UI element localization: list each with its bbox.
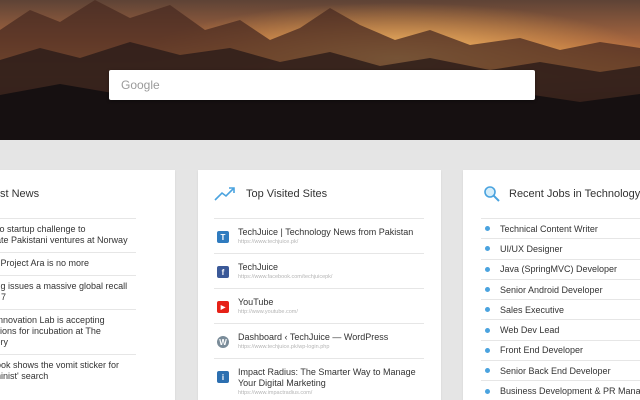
jobs-header: Recent Jobs in Technology xyxy=(463,170,640,218)
job-item[interactable]: Business Development & PR Mana xyxy=(481,380,640,400)
bullet-icon xyxy=(485,287,490,293)
job-item[interactable]: Java (SpringMVC) Developer xyxy=(481,258,640,279)
techjuice-icon: T xyxy=(217,231,229,243)
job-title: Senior Android Developer xyxy=(500,284,603,295)
news-item-text: ebook shows the vomit sticker for femini… xyxy=(0,360,120,381)
top-sites-title: Top Visited Sites xyxy=(246,188,328,200)
job-item[interactable]: UI/UX Designer xyxy=(481,238,640,258)
youtube-icon: ▶ xyxy=(217,301,229,313)
job-item[interactable]: Front End Developer xyxy=(481,339,640,360)
site-item[interactable]: T TechJuice | Technology News from Pakis… xyxy=(214,218,424,253)
bullet-icon xyxy=(485,347,490,353)
site-item[interactable]: i Impact Radius: The Smarter Way to Mana… xyxy=(214,358,424,400)
job-item[interactable]: Web Dev Lead xyxy=(481,319,640,339)
job-item[interactable]: Sales Executive xyxy=(481,299,640,319)
site-item[interactable]: f TechJuice https://www.facebook.com/tec… xyxy=(214,253,424,288)
site-title: TechJuice xyxy=(238,262,279,272)
job-title: Java (SpringMVC) Developer xyxy=(500,264,618,275)
site-url: https://www.facebook.com/techjuicepk/ xyxy=(238,274,333,280)
job-title: UI/UX Designer xyxy=(500,243,563,254)
site-item[interactable]: ▶ YouTube http://www.youtube.com/ xyxy=(214,288,424,323)
job-item[interactable]: Senior Back End Developer xyxy=(481,360,640,380)
job-title: Senior Back End Developer xyxy=(500,365,611,376)
news-item[interactable]: gle Project Ara is no more xyxy=(0,252,136,275)
site-url: https://www.techjuice.pk/ xyxy=(238,239,299,245)
facebook-icon: f xyxy=(217,266,229,278)
site-title: Impact Radius: The Smarter Way to Manage… xyxy=(238,367,416,388)
bullet-icon xyxy=(485,327,490,333)
top-sites-list: T TechJuice | Technology News from Pakis… xyxy=(198,218,441,400)
news-item-text: sung issues a massive global recall ote … xyxy=(0,281,128,302)
bullet-icon xyxy=(485,307,490,313)
bullet-icon xyxy=(485,388,490,394)
top-sites-card: Top Visited Sites T TechJuice | Technolo… xyxy=(198,170,441,400)
job-title: Business Development & PR Mana xyxy=(500,386,640,397)
news-item-text: al Innovation Lab is accepting ications … xyxy=(0,315,105,347)
site-title: YouTube xyxy=(238,297,274,307)
job-title: Web Dev Lead xyxy=(500,325,560,336)
jobs-title: Recent Jobs in Technology xyxy=(509,188,640,200)
news-item[interactable]: sung issues a massive global recall ote … xyxy=(0,275,136,309)
wordpress-icon: W xyxy=(217,336,229,348)
site-item[interactable]: W Dashboard ‹ TechJuice — WordPress http… xyxy=(214,323,424,358)
site-url: https://www.impactradius.com/ xyxy=(238,390,313,396)
search-input[interactable] xyxy=(109,70,535,100)
site-url: http://www.youtube.com/ xyxy=(238,309,298,315)
news-item-text: Oslo startup challenge to lerate Pakista… xyxy=(0,224,128,245)
job-title: Front End Developer xyxy=(500,345,584,356)
news-item[interactable]: Oslo startup challenge to lerate Pakista… xyxy=(0,218,136,252)
job-title: Sales Executive xyxy=(500,304,565,315)
news-card: st News Oslo startup challenge to lerate… xyxy=(0,170,175,400)
trending-up-icon xyxy=(214,187,235,201)
site-url: https://www.techjuice.pk/wp-login.php xyxy=(238,344,330,350)
bullet-icon xyxy=(485,226,490,232)
job-item[interactable]: Technical Content Writer xyxy=(481,218,640,238)
job-title: Technical Content Writer xyxy=(500,223,598,234)
impact-radius-icon: i xyxy=(217,371,229,383)
job-item[interactable]: Senior Android Developer xyxy=(481,278,640,299)
site-title: TechJuice | Technology News from Pakista… xyxy=(238,227,414,237)
jobs-card: Recent Jobs in Technology Technical Cont… xyxy=(463,170,640,400)
news-title: st News xyxy=(0,188,40,200)
search-icon xyxy=(484,186,500,202)
site-title: Dashboard ‹ TechJuice — WordPress xyxy=(238,332,389,342)
bullet-icon xyxy=(485,368,490,374)
bullet-icon xyxy=(485,266,490,272)
news-header: st News xyxy=(0,170,175,218)
news-item[interactable]: ebook shows the vomit sticker for femini… xyxy=(0,354,136,388)
news-item-text: gle Project Ara is no more xyxy=(0,258,90,268)
news-item[interactable]: al Innovation Lab is accepting ications … xyxy=(0,309,136,354)
bullet-icon xyxy=(485,246,490,252)
news-list: Oslo startup challenge to lerate Pakista… xyxy=(0,218,175,388)
jobs-list: Technical Content Writer UI/UX Designer … xyxy=(463,218,640,400)
top-sites-header: Top Visited Sites xyxy=(198,170,441,218)
